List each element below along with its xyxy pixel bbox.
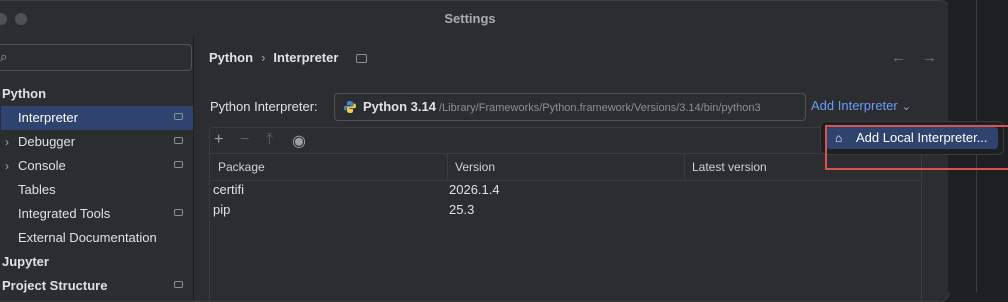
sidebar-item-python[interactable]: Python: [1, 82, 193, 106]
sidebar-item-integrated-tools[interactable]: Integrated Tools: [1, 202, 193, 226]
settings-window: Settings ⌕ Python Interpreter › Debugger…: [0, 0, 950, 302]
project-settings-icon: [174, 209, 183, 216]
sidebar-item-console[interactable]: › Console: [1, 154, 193, 178]
interpreter-name: Python 3.14: [363, 99, 436, 114]
sidebar-item-external-documentation[interactable]: External Documentation: [1, 226, 193, 250]
add-interpreter-link[interactable]: Add Interpreter ⌄: [811, 98, 911, 113]
breadcrumb: Python › Interpreter: [209, 50, 368, 65]
table-row[interactable]: pip 25.3: [210, 200, 921, 220]
package-version: 2026.1.4: [449, 182, 500, 197]
search-icon: ⌕: [0, 49, 8, 64]
window-title: Settings: [444, 11, 496, 26]
back-arrow-icon[interactable]: ←: [891, 49, 906, 66]
sidebar-item-label: Console: [18, 158, 66, 173]
sidebar-item-label: Tables: [18, 182, 56, 197]
interpreter-label: Python Interpreter:: [210, 99, 318, 114]
sidebar-item-jupyter[interactable]: Jupyter: [1, 250, 193, 274]
project-settings-icon: [174, 137, 183, 144]
sidebar-item-label: Python: [2, 86, 47, 101]
sidebar-item-label: External Documentation: [18, 230, 157, 245]
sidebar-item-project-structure[interactable]: Project Structure: [1, 274, 193, 298]
column-header-latest-version[interactable]: Latest version: [692, 160, 767, 174]
package-name: certifi: [213, 182, 245, 197]
project-settings-icon: [174, 113, 183, 120]
table-row[interactable]: certifi 2026.1.4: [210, 180, 921, 200]
column-divider[interactable]: [447, 154, 448, 180]
sidebar-item-label: Jupyter: [2, 254, 49, 269]
upgrade-icon[interactable]: ⤒: [266, 131, 273, 149]
breadcrumb-parent[interactable]: Python: [209, 50, 253, 65]
chevron-right-icon[interactable]: ›: [5, 154, 9, 178]
project-settings-icon: [356, 54, 368, 64]
sidebar-item-interpreter[interactable]: Interpreter: [1, 106, 193, 130]
interpreter-select[interactable]: Python 3.14 /Library/Frameworks/Python.f…: [334, 93, 806, 121]
highlight-box: [825, 125, 1008, 170]
interpreter-path: /Library/Frameworks/Python.framework/Ver…: [439, 102, 761, 114]
settings-sidebar: ⌕ Python Interpreter › Debugger › Consol…: [0, 35, 194, 301]
sidebar-item-label: Integrated Tools: [18, 206, 111, 221]
breadcrumb-current: Interpreter: [273, 50, 339, 65]
package-version: 25.3: [449, 202, 475, 217]
project-settings-icon: [174, 161, 183, 168]
history-navigation: ← →: [875, 49, 937, 66]
sidebar-item-tables[interactable]: Tables: [1, 178, 193, 202]
title-bar: Settings: [0, 1, 949, 35]
column-header-version[interactable]: Version: [455, 160, 495, 174]
chevron-right-icon[interactable]: ›: [5, 130, 9, 154]
add-interpreter-label: Add Interpreter: [811, 98, 898, 113]
python-logo-icon: [344, 101, 356, 113]
project-settings-icon: [174, 281, 183, 288]
packages-panel: + − ⤒ ◉ Package Version Latest version c…: [209, 127, 922, 301]
chevron-down-icon: ⌄: [901, 101, 911, 113]
breadcrumb-separator: ›: [261, 50, 266, 65]
column-divider[interactable]: [684, 154, 685, 180]
sidebar-item-debugger[interactable]: › Debugger: [1, 130, 193, 154]
forward-arrow-icon[interactable]: →: [922, 49, 937, 66]
remove-icon[interactable]: −: [240, 131, 249, 149]
sidebar-item-label: Project Structure: [2, 278, 108, 293]
add-icon[interactable]: +: [214, 131, 223, 149]
eye-icon[interactable]: ◉: [292, 131, 306, 151]
sidebar-item-label: Interpreter: [18, 110, 78, 125]
sidebar-item-label: Debugger: [18, 134, 76, 149]
package-name: pip: [213, 202, 231, 217]
column-header-package[interactable]: Package: [218, 160, 265, 174]
settings-search-input[interactable]: ⌕: [0, 44, 192, 71]
packages-table-header: Package Version Latest version: [210, 153, 921, 181]
